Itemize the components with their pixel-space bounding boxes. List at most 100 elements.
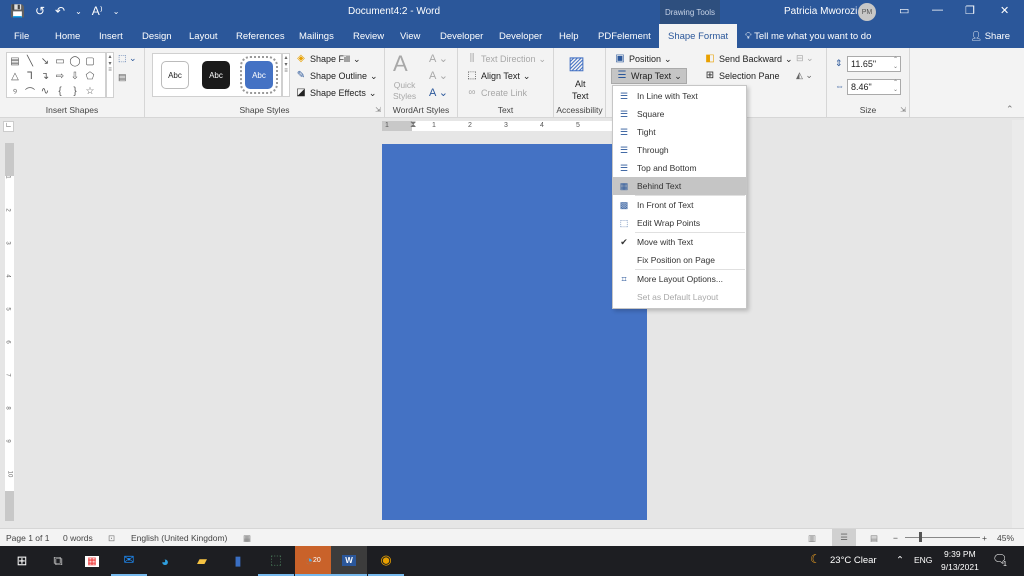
zoom-slider-thumb[interactable] [919, 532, 922, 542]
microsoft-store-icon[interactable]: ▦ [74, 546, 110, 576]
shape-option[interactable]: ☆ [83, 84, 97, 98]
collapse-ribbon-icon[interactable]: ⌃ [1006, 104, 1014, 115]
tab-pdfelement[interactable]: PDFelement [598, 31, 651, 42]
shape-option[interactable]: ⇨ [53, 69, 67, 83]
proofing-icon[interactable]: ⊡ [108, 533, 115, 544]
screen-snip-icon[interactable]: ⬚ [258, 546, 294, 576]
menu-item-tight[interactable]: ☰ Tight [613, 123, 746, 141]
windows-start-icon[interactable]: ⊞ [4, 546, 40, 576]
shape-effects-button[interactable]: ◪ Shape Effects ⌄ [295, 87, 376, 99]
align-icon[interactable]: ⊟ ⌄ [796, 53, 814, 64]
dialog-launcher-icon[interactable]: ⇲ [375, 106, 381, 114]
tell-me-search[interactable]: 💡︎ Tell me what you want to do [745, 31, 871, 42]
customize-qat-icon[interactable]: ⌄ [113, 7, 120, 16]
print-layout-icon[interactable]: ☰ [832, 529, 856, 546]
chrome-icon[interactable]: ◉ [368, 546, 404, 576]
menu-item-in-line-with-text[interactable]: ☰ In Line with Text [613, 87, 746, 105]
dialog-launcher-icon[interactable]: ⇲ [900, 106, 906, 114]
menu-item-move-with-text[interactable]: ✔ Move with Text [613, 233, 746, 251]
page-count[interactable]: Page 1 of 1 [6, 533, 49, 543]
restore-button[interactable]: ❐ [965, 4, 975, 17]
selection-pane-button[interactable]: ⊞ Selection Pane [704, 70, 780, 82]
shapes-gallery-scroll[interactable]: ▴ ▾ ≡ [106, 52, 114, 98]
vertical-scrollbar[interactable] [1012, 120, 1024, 528]
shape-option[interactable]: ↴ [38, 69, 52, 83]
menu-item-fix-position-on-page[interactable]: Fix Position on Page [613, 251, 746, 269]
minimize-button[interactable]: — [932, 4, 943, 16]
shape-outline-button[interactable]: ✎ Shape Outline ⌄ [295, 70, 378, 82]
task-view-icon[interactable]: ⧉ [40, 546, 76, 576]
app-icon[interactable]: ▮ [220, 546, 256, 576]
menu-item-behind-text[interactable]: ▦ Behind Text [613, 177, 746, 195]
width-spinner[interactable]: ⌃ ⌄ [893, 80, 898, 94]
tab-help[interactable]: Help [559, 31, 579, 42]
rotate-icon[interactable]: ◭ ⌄ [796, 70, 813, 81]
input-language[interactable]: ENG [914, 555, 932, 565]
tab-layout[interactable]: Layout [189, 31, 218, 42]
text-outline-icon[interactable]: A ⌄ [429, 69, 448, 82]
tab-file[interactable]: File [14, 31, 29, 42]
shape-option[interactable]: ╲ [23, 54, 37, 68]
shape-option[interactable]: ⇩ [68, 69, 82, 83]
shape-option[interactable]: ⌒ [23, 84, 37, 99]
app-with-badge-icon[interactable]: ◔ 20 [295, 546, 331, 576]
tab-home[interactable]: Home [55, 31, 80, 42]
create-link-button[interactable]: ∞ Create Link [466, 87, 527, 99]
menu-item-more-layout-options[interactable]: ⌗ More Layout Options... [613, 270, 746, 288]
avatar[interactable]: PM [858, 3, 876, 21]
share-button[interactable]: 👤︎ Share [970, 31, 1010, 42]
indent-marker[interactable]: ⧗ [410, 119, 416, 130]
show-hidden-icons-icon[interactable]: ⌃ [896, 555, 904, 566]
clock-time[interactable]: 9:39 PM [944, 549, 976, 559]
send-backward-button[interactable]: ◧ Send Backward ⌄ [704, 53, 792, 65]
file-explorer-icon[interactable]: ▰ [184, 546, 220, 576]
height-spinner[interactable]: ⌃ ⌄ [893, 57, 898, 71]
tab-mailings[interactable]: Mailings [299, 31, 334, 42]
weather-text[interactable]: 23°C Clear [830, 555, 877, 566]
align-text-button[interactable]: ⬚ Align Text ⌄ [466, 70, 530, 82]
zoom-out-button[interactable]: − [893, 533, 898, 543]
text-fill-icon[interactable]: A ⌄ [429, 52, 448, 65]
web-layout-icon[interactable]: ▤ [870, 533, 878, 544]
tab-design[interactable]: Design [142, 31, 172, 42]
shape-option[interactable]: { [53, 84, 67, 98]
read-mode-icon[interactable]: ▥ [808, 533, 816, 544]
shape-option[interactable]: ∿ [38, 84, 52, 98]
shape-option[interactable]: ▢ [83, 54, 97, 68]
shape-fill-button[interactable]: ◈ Shape Fill ⌄ [295, 53, 360, 65]
close-button[interactable]: ✕ [1000, 4, 1009, 17]
shape-option[interactable]: △ [8, 69, 22, 83]
tab-developer-2[interactable]: Developer [499, 31, 542, 42]
autosave-icon[interactable]: ↺ [35, 4, 45, 18]
menu-item-edit-wrap-points[interactable]: ⬚ Edit Wrap Points [613, 214, 746, 232]
undo-icon[interactable]: ↶ [55, 4, 65, 18]
macro-icon[interactable]: ▦ [243, 533, 251, 544]
text-direction-button[interactable]: ⫼ Text Direction ⌄ [466, 53, 546, 65]
tab-insert[interactable]: Insert [99, 31, 123, 42]
tab-view[interactable]: View [400, 31, 420, 42]
undo-dropdown-icon[interactable]: ⌄ [75, 7, 82, 16]
text-effects-icon[interactable]: A ⌄ [429, 86, 448, 99]
edit-shape-icon[interactable]: ⬚ ⌄ [118, 53, 137, 64]
menu-item-set-as-default-layout[interactable]: Set as Default Layout [613, 288, 746, 306]
shape-width-input[interactable]: 8.46" ⌃ ⌄ [847, 79, 901, 95]
word-icon[interactable]: W [331, 546, 367, 576]
mail-icon[interactable]: ✉ [111, 546, 147, 576]
clock-date[interactable]: 9/13/2021 [941, 562, 979, 572]
word-count[interactable]: 0 words [63, 533, 93, 543]
tab-shape-format[interactable]: Shape Format [659, 24, 738, 48]
position-button[interactable]: ▣ Position ⌄ [614, 53, 671, 65]
shape-option[interactable]: ꝰ [8, 84, 22, 98]
read-aloud-icon[interactable]: A⁾ [92, 4, 103, 18]
shape-option[interactable]: ◯ [68, 54, 82, 68]
style-preset-white[interactable]: Abc [161, 61, 189, 89]
rectangle-shape[interactable] [382, 144, 647, 520]
save-icon[interactable]: 💾 [10, 4, 25, 18]
menu-item-through[interactable]: ☰ Through [613, 141, 746, 159]
shape-option[interactable]: ⅂ [23, 69, 37, 83]
ribbon-display-options-icon[interactable]: ▭ [899, 4, 909, 17]
zoom-level[interactable]: 45% [997, 533, 1014, 543]
shape-option[interactable]: ▭ [53, 54, 67, 68]
styles-gallery-scroll[interactable]: ▴ ▾ ≡ [282, 53, 290, 97]
shape-option[interactable]: ↘ [38, 54, 52, 68]
